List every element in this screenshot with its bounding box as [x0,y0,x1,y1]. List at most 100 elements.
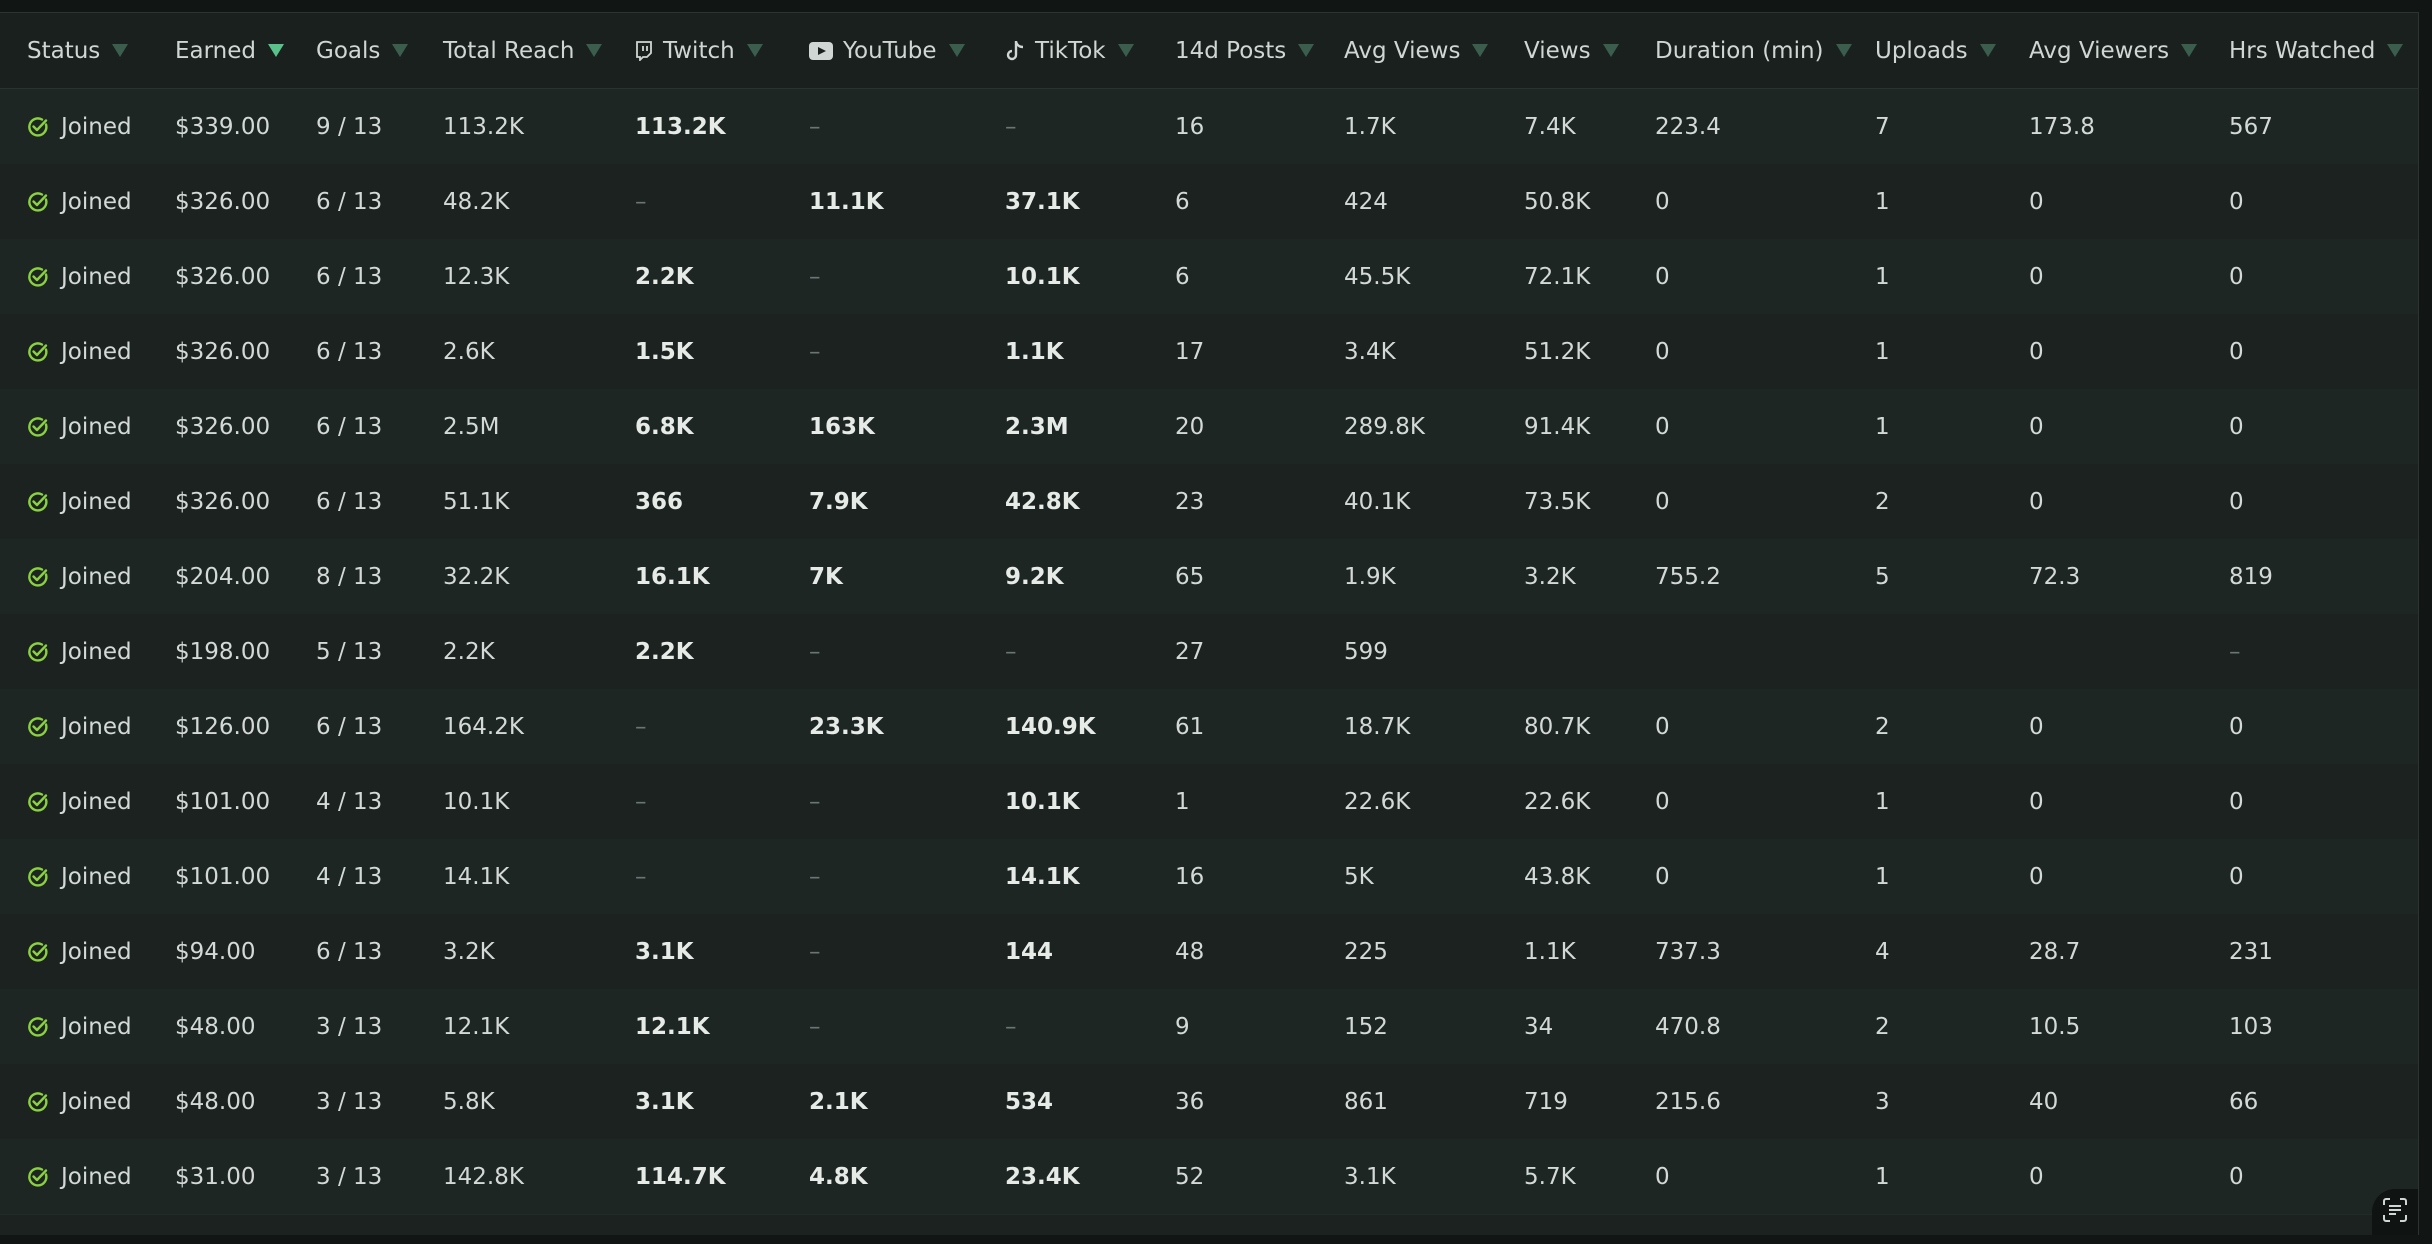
cell-goals: 4 / 13 [316,788,383,815]
cell-status: Joined [27,689,132,764]
column-header-hrs-watched[interactable]: Hrs Watched [2229,13,2404,88]
sort-arrow-icon[interactable] [1602,44,1619,57]
cell-youtube: 2.1K [809,1088,868,1115]
cell-posts14: 16 [1175,863,1205,890]
scan-text-button[interactable] [2372,1189,2418,1235]
column-header-duration[interactable]: Duration (min) [1655,13,1852,88]
column-header-youtube[interactable]: YouTube [809,13,965,88]
cell-tiktok: 140.9K [1005,713,1096,740]
cell-avg-views: 1.7K [1344,113,1396,140]
cell-youtube: – [809,1013,821,1040]
column-header-label: Duration (min) [1655,37,1824,64]
sort-arrow-icon[interactable] [268,44,285,57]
cell-hrs-watched: 66 [2229,1088,2259,1115]
cell-views: 7.4K [1524,113,1576,140]
cell-hrs-watched: 0 [2229,713,2244,740]
column-header-tiktok[interactable]: TikTok [1005,13,1134,88]
cell-twitch: – [635,863,647,890]
cell-hrs-watched: 0 [2229,488,2244,515]
column-header-uploads[interactable]: Uploads [1875,13,1996,88]
sort-arrow-icon[interactable] [586,44,603,57]
column-header-label: YouTube [843,37,937,64]
table-row[interactable]: Joined $326.00 6 / 13 51.1K 366 7.9K 42.8K 23 40… [0,464,2418,540]
sort-arrow-icon[interactable] [1298,44,1315,57]
check-circle-icon [27,416,49,438]
sort-arrow-icon[interactable] [392,44,409,57]
cell-views: 1.1K [1524,938,1576,965]
cell-youtube: 7.9K [809,488,868,515]
cell-earned: $48.00 [175,1013,256,1040]
table-row[interactable]: Joined $198.00 5 / 13 2.2K 2.2K – – 27 599 – [0,614,2418,690]
cell-posts14: 27 [1175,638,1205,665]
column-header-earned[interactable]: Earned [175,13,285,88]
creators-table: Status Earned Goals Total Reach Twitch YouTub… [0,12,2419,1235]
cell-duration: 0 [1655,488,1670,515]
table-row[interactable]: Joined $126.00 6 / 13 164.2K – 23.3K 140.9K 61 1… [0,689,2418,765]
cell-duration: 0 [1655,413,1670,440]
cell-earned: $326.00 [175,413,271,440]
cell-avg-views: 861 [1344,1088,1388,1115]
cell-goals: 9 / 13 [316,113,383,140]
cell-hrs-watched: 231 [2229,938,2273,965]
table-row[interactable]: Joined $339.00 9 / 13 113.2K 113.2K – – 16 1.7K 7… [0,89,2418,165]
cell-duration: 0 [1655,1163,1670,1190]
column-header-posts14[interactable]: 14d Posts [1175,13,1315,88]
cell-uploads: 7 [1875,113,1890,140]
column-header-total-reach[interactable]: Total Reach [443,13,603,88]
table-row[interactable]: Joined $101.00 4 / 13 14.1K – – 14.1K 16 5K 43.8K… [0,839,2418,915]
cell-views: 719 [1524,1088,1568,1115]
cell-views: 91.4K [1524,413,1591,440]
status-label: Joined [61,338,132,365]
cell-posts14: 16 [1175,113,1205,140]
cell-status: Joined [27,389,132,464]
sort-arrow-icon[interactable] [112,44,129,57]
cell-earned: $326.00 [175,338,271,365]
column-header-status[interactable]: Status [27,13,129,88]
column-header-label: 14d Posts [1175,37,1287,64]
check-circle-icon [27,491,49,513]
table-row[interactable]: Joined $48.00 3 / 13 5.8K 3.1K 2.1K 534 36 861 71… [0,1064,2418,1140]
table-row[interactable]: Joined $48.00 3 / 13 12.1K 12.1K – – 9 152 34 470.… [0,989,2418,1065]
table-row[interactable]: Joined $326.00 6 / 13 2.5M 6.8K 163K 2.3M 20 289… [0,389,2418,465]
table-row[interactable]: Joined $101.00 4 / 13 10.1K – – 10.1K 1 22.6K 22.… [0,764,2418,840]
sort-arrow-icon[interactable] [1472,44,1489,57]
column-header-goals[interactable]: Goals [316,13,409,88]
sort-arrow-icon[interactable] [2181,44,2198,57]
status-label: Joined [61,1163,132,1190]
cell-posts14: 65 [1175,563,1205,590]
column-header-label: TikTok [1035,37,1106,64]
cell-total-reach: 2.2K [443,638,495,665]
cell-avg-views: 5K [1344,863,1374,890]
cell-tiktok: 42.8K [1005,488,1080,515]
cell-tiktok: 14.1K [1005,863,1080,890]
table-row[interactable]: Joined $326.00 6 / 13 2.6K 1.5K – 1.1K 17 3.4K 51… [0,314,2418,390]
table-row[interactable]: Joined $94.00 6 / 13 3.2K 3.1K – 144 48 225 1.1K 7… [0,914,2418,990]
sort-arrow-icon[interactable] [746,44,763,57]
table-row[interactable]: Joined $204.00 8 / 13 32.2K 16.1K 7K 9.2K 65 1.9… [0,539,2418,615]
column-header-views[interactable]: Views [1524,13,1619,88]
cell-views: 80.7K [1524,713,1591,740]
column-header-avg-viewers[interactable]: Avg Viewers [2029,13,2198,88]
sort-arrow-icon[interactable] [1117,44,1134,57]
cell-earned: $31.00 [175,1163,256,1190]
sort-arrow-icon[interactable] [1979,44,1996,57]
cell-status: Joined [27,464,132,539]
cell-uploads: 1 [1875,863,1890,890]
cell-posts14: 20 [1175,413,1205,440]
table-row[interactable]: Joined $326.00 6 / 13 12.3K 2.2K – 10.1K 6 45.5K… [0,239,2418,315]
cell-youtube: 23.3K [809,713,884,740]
column-header-avg-views[interactable]: Avg Views [1344,13,1489,88]
sort-arrow-icon[interactable] [948,44,965,57]
cell-earned: $101.00 [175,788,271,815]
sort-arrow-icon[interactable] [1835,44,1852,57]
cell-status: Joined [27,764,132,839]
table-row[interactable]: Joined $31.00 3 / 13 142.8K 114.7K 4.8K 23.4K 5… [0,1139,2418,1215]
sort-arrow-icon[interactable] [2387,44,2404,57]
column-header-twitch[interactable]: Twitch [635,13,763,88]
cell-youtube: – [809,338,821,365]
check-circle-icon [27,791,49,813]
table-row[interactable]: Joined $326.00 6 / 13 48.2K – 11.1K 37.1K 6 424 5… [0,164,2418,240]
cell-status: Joined [27,839,132,914]
status-label: Joined [61,488,132,515]
cell-tiktok: – [1005,113,1017,140]
